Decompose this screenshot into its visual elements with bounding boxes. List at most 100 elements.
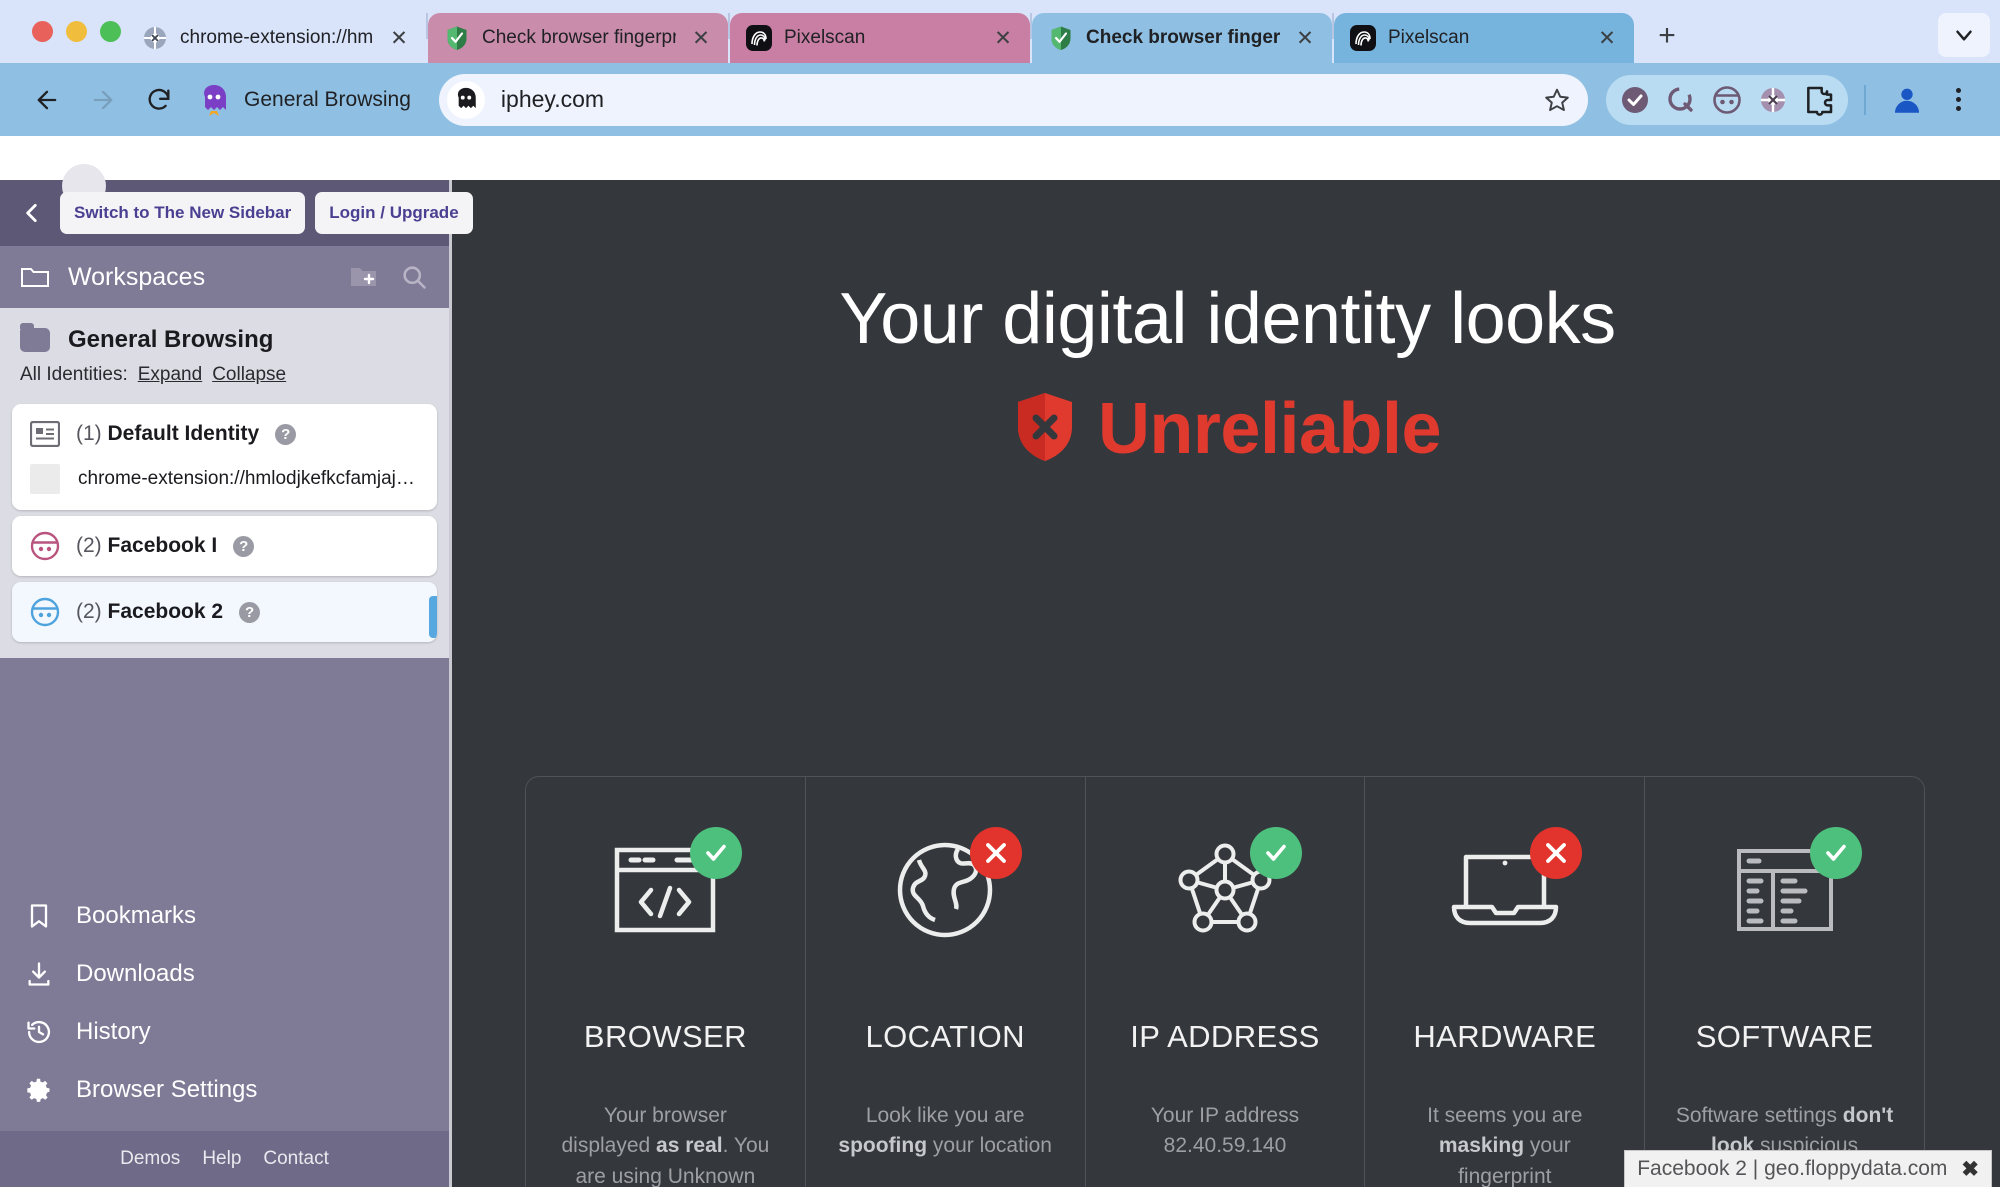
status-badge xyxy=(690,827,743,879)
browser-tab[interactable]: chrome-extension://hmlodj ✕ xyxy=(126,13,426,63)
status-card-hardware: HARDWARE It seems you are masking your fi… xyxy=(1364,777,1644,1187)
sidebar-spacer xyxy=(0,658,449,887)
green-shield-check-icon xyxy=(444,25,470,51)
status-badge xyxy=(970,827,1023,879)
workspaces-title: Workspaces xyxy=(68,262,206,291)
identity-header[interactable]: (2) Facebook I? xyxy=(12,516,437,576)
forward-arrow-icon[interactable] xyxy=(78,75,128,125)
checkmark-circle-icon[interactable] xyxy=(1614,79,1656,121)
identity-card[interactable]: (2) Facebook 2? xyxy=(12,582,437,642)
id-card-icon xyxy=(30,419,60,449)
minimize-window-button[interactable] xyxy=(66,21,87,42)
puzzle-piece-icon[interactable] xyxy=(1798,79,1840,121)
close-icon[interactable]: ✕ xyxy=(1292,25,1318,51)
verdict-row: Unreliable xyxy=(455,388,2000,470)
extension-sidebar: Switch to The New Sidebar Login / Upgrad… xyxy=(0,164,473,1187)
browser-tab[interactable]: Check browser fingerprints ✕ xyxy=(1032,13,1332,63)
reload-icon[interactable] xyxy=(134,75,184,125)
sidebar-nav: Bookmarks Downloads History Browser Setting… xyxy=(0,887,449,1131)
browser-window: chrome-extension://hmlodj✕ Check browser … xyxy=(0,0,2000,1187)
q-loader-icon[interactable] xyxy=(1660,79,1702,121)
blank-favicon-icon xyxy=(30,464,60,494)
footer-link-help[interactable]: Help xyxy=(202,1148,241,1170)
help-icon[interactable]: ? xyxy=(275,423,297,445)
page-headline: Your digital identity looks xyxy=(839,279,1616,359)
url-text[interactable]: iphey.com xyxy=(501,86,1524,113)
tabs-container: chrome-extension://hmlodj✕ Check browser … xyxy=(126,0,2000,63)
gear-icon xyxy=(24,1075,54,1105)
card-title: IP ADDRESS xyxy=(1130,1019,1320,1054)
maximize-window-button[interactable] xyxy=(100,21,121,42)
close-window-button[interactable] xyxy=(32,21,53,42)
identity-header[interactable]: (1) Default Identity? xyxy=(12,404,437,464)
workspace-row[interactable]: General Browsing xyxy=(0,308,449,362)
status-card-browser: BROWSER Your browser displayed as real. Y… xyxy=(526,777,805,1187)
collapse-link[interactable]: Collapse xyxy=(212,364,286,386)
card-title: SOFTWARE xyxy=(1695,1019,1874,1054)
expand-link[interactable]: Expand xyxy=(138,364,202,386)
identity-header[interactable]: (2) Facebook 2? xyxy=(12,582,437,642)
browser-tab[interactable]: Pixelscan ✕ xyxy=(1334,13,1634,63)
pinwheel-target-icon[interactable] xyxy=(1752,79,1794,121)
sidebar-item-downloads[interactable]: Downloads xyxy=(0,945,449,1003)
sidebar-item-label: Browser Settings xyxy=(76,1076,258,1103)
kebab-menu-icon[interactable] xyxy=(1938,77,1978,123)
address-bar[interactable]: iphey.com xyxy=(438,73,1588,126)
help-icon[interactable]: ? xyxy=(233,535,255,557)
sidebar-collapse-button[interactable] xyxy=(14,193,50,233)
chevron-down-icon[interactable] xyxy=(1938,13,1990,57)
globe-icon xyxy=(880,827,1023,945)
laptop-icon xyxy=(1440,827,1582,945)
sidebar-item-bookmarks[interactable]: Bookmarks xyxy=(0,887,449,945)
status-badge xyxy=(1809,827,1862,879)
green-shield-check-icon xyxy=(1048,25,1074,51)
sidebar-item-history[interactable]: History xyxy=(0,1003,449,1061)
identity-list: General Browsing All Identities: Expand … xyxy=(0,308,449,658)
all-identities-row: All Identities: Expand Collapse xyxy=(0,362,449,398)
browser-tab[interactable]: Check browser fingerprints ✕ xyxy=(428,13,728,63)
switch-sidebar-button[interactable]: Switch to The New Sidebar xyxy=(60,192,306,234)
add-folder-icon[interactable] xyxy=(347,260,381,294)
browser-tab[interactable]: Pixelscan ✕ xyxy=(730,13,1030,63)
toolbar-divider xyxy=(1864,84,1866,115)
identity-label: (2) Facebook 2 xyxy=(76,600,224,623)
status-bar-close-icon[interactable]: ✖ xyxy=(1961,1157,1979,1182)
new-tab-button[interactable]: + xyxy=(1644,13,1690,59)
footer-link-demos[interactable]: Demos xyxy=(120,1148,180,1170)
iphey-page-content: Your digital identity looks Unreliable B… xyxy=(455,180,2000,1187)
tab-title: Check browser fingerprints xyxy=(1086,27,1280,48)
pixelscan-icon xyxy=(746,25,772,51)
pink-face-icon xyxy=(30,531,60,561)
tab-title: Pixelscan xyxy=(1388,27,1470,48)
card-description: It seems you are masking your fingerprin… xyxy=(1427,1104,1583,1187)
identity-card[interactable]: (2) Facebook I? xyxy=(12,516,437,576)
back-arrow-icon[interactable] xyxy=(22,75,72,125)
identity-tab-row[interactable]: chrome-extension://hmlodjkefkcfamjajnd..… xyxy=(12,464,437,510)
sidebar-item-label: History xyxy=(76,1018,151,1045)
search-icon[interactable] xyxy=(397,260,431,294)
pinwheel-icon xyxy=(142,25,168,51)
close-icon[interactable]: ✕ xyxy=(1594,25,1620,51)
sidebar-item-browser-settings[interactable]: Browser Settings xyxy=(0,1061,449,1119)
workspace-folder-icon xyxy=(20,323,50,352)
page-top-strip xyxy=(0,136,2000,180)
tab-title: Pixelscan xyxy=(784,27,866,48)
person-icon[interactable] xyxy=(1882,75,1932,125)
face-avatar-icon[interactable] xyxy=(1706,79,1748,121)
profile-chip[interactable]: General Browsing xyxy=(190,75,421,125)
close-icon[interactable]: ✕ xyxy=(688,25,714,51)
close-icon[interactable]: ✕ xyxy=(990,25,1016,51)
folder-icon xyxy=(18,260,52,294)
footer-link-contact[interactable]: Contact xyxy=(263,1148,328,1170)
star-icon[interactable] xyxy=(1540,83,1574,117)
identity-tab-url: chrome-extension://hmlodjkefkcfamjajnd..… xyxy=(78,468,419,489)
window-traffic-lights xyxy=(0,0,126,63)
status-bar-text: Facebook 2 | geo.floppydata.com xyxy=(1637,1157,1948,1180)
status-card-location: LOCATION Look like you are spoofing your … xyxy=(804,777,1085,1187)
identity-label: (1) Default Identity xyxy=(76,422,260,445)
identity-card[interactable]: (1) Default Identity? chrome-extension://… xyxy=(12,404,437,510)
help-icon[interactable]: ? xyxy=(239,601,261,623)
login-upgrade-button[interactable]: Login / Upgrade xyxy=(315,192,473,234)
card-description: Your browser displayed as real. You are … xyxy=(561,1104,770,1187)
close-icon[interactable]: ✕ xyxy=(386,25,412,51)
